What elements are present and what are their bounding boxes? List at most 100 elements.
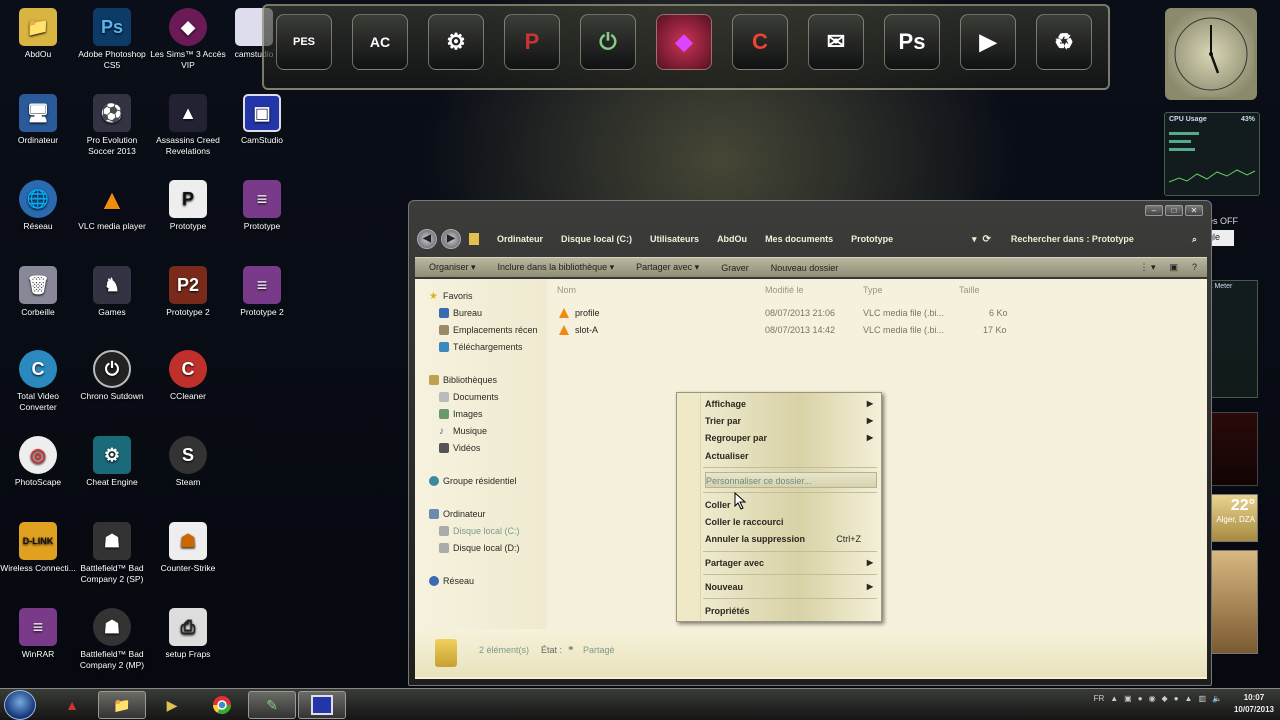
dock-pes-icon[interactable]: PES (276, 14, 332, 70)
tray-app-icon[interactable]: ◆ (1162, 694, 1168, 703)
dock-assassins-creed-icon[interactable]: AC (352, 14, 408, 70)
taskbar-clock[interactable]: 10:07 10/07/2013 (1234, 692, 1274, 716)
address-bar[interactable]: ◀ ▶ Ordinateur Disque local (C:) Utilisa… (417, 225, 1205, 253)
tray-app-icon[interactable]: ● (1138, 694, 1143, 703)
desktop-icon-games[interactable]: ♞ Games (74, 266, 150, 318)
slideshow-gadget[interactable] (1206, 412, 1258, 486)
table-row[interactable]: slot-A 08/07/2013 14:42 VLC media file (… (547, 323, 1207, 339)
nav-item-homegroup[interactable]: Groupe résidentiel (429, 476, 517, 486)
desktop-icon-bfbc2-sp[interactable]: ☗ Battlefield™ Bad Company 2 (SP) (74, 522, 150, 585)
menu-item-paste-shortcut[interactable]: Coller le raccourci (705, 514, 877, 530)
taskbar-media-player-icon[interactable]: ▶ (148, 691, 196, 719)
desktop-icon-counter-strike[interactable]: ☗ Counter-Strike (150, 522, 226, 574)
taskbar-assassin-icon[interactable]: ▲ (48, 691, 96, 719)
nav-item-network[interactable]: Réseau (429, 576, 474, 586)
clock-gadget[interactable] (1165, 8, 1257, 100)
desktop-icon-vlc[interactable]: ▲ VLC media player (74, 180, 150, 232)
tray-expand-icon[interactable]: ▲ (1110, 694, 1118, 703)
table-row[interactable]: profile 08/07/2013 21:06 VLC media file … (547, 306, 1207, 322)
share-with-button[interactable]: Partager avec ▾ (636, 262, 699, 273)
nav-item-recent[interactable]: Emplacements récen (439, 325, 538, 335)
breadcrumb-item[interactable]: Utilisateurs (650, 234, 699, 244)
nav-item-documents[interactable]: Documents (439, 392, 499, 402)
nav-item-music[interactable]: ♪ Musique (439, 426, 487, 437)
column-header-type[interactable]: Type (863, 285, 883, 295)
organize-button[interactable]: Organiser ▾ (429, 262, 476, 273)
menu-item-customize-folder[interactable]: Personnaliser ce dossier... (705, 472, 877, 488)
minimize-icon[interactable]: – (1145, 205, 1163, 216)
search-icon[interactable]: ⌕ (1192, 234, 1197, 245)
desktop-icon-user-folder[interactable]: 📁 AbdOu (0, 8, 76, 60)
photo-gadget[interactable] (1206, 550, 1258, 654)
breadcrumb-item[interactable]: Disque local (C:) (561, 234, 632, 244)
desktop-icon-cheat-engine[interactable]: ⚙ Cheat Engine (74, 436, 150, 488)
dock-prototype-icon[interactable]: P (504, 14, 560, 70)
desktop-icon-winrar[interactable]: ≡ WinRAR (0, 608, 76, 660)
desktop-icon-computer[interactable]: 🖥 Ordinateur (0, 94, 76, 146)
breadcrumb-item[interactable]: Prototype (851, 234, 893, 244)
dock-ccleaner-icon[interactable]: C (732, 14, 788, 70)
column-header-name[interactable]: Nom (557, 285, 576, 295)
taskbar-notepad-icon[interactable]: ✎ (248, 691, 296, 719)
menu-item-properties[interactable]: Propriétés (705, 603, 877, 619)
nav-item-libraries[interactable]: Bibliothèques (429, 375, 497, 385)
column-header-size[interactable]: Taille (959, 285, 980, 295)
nav-item-favorites[interactable]: ★ Favoris (429, 291, 473, 302)
start-button[interactable] (4, 690, 36, 720)
nav-item-desktop[interactable]: Bureau (439, 308, 482, 318)
desktop-icon-chrono-shutdown[interactable]: ⏻ Chrono Sutdown (74, 350, 150, 402)
dock-photoshop-icon[interactable]: Ps (884, 14, 940, 70)
back-arrow-icon[interactable]: ◀ (417, 229, 437, 249)
breadcrumb-item[interactable]: AbdOu (717, 234, 747, 244)
column-header-modified[interactable]: Modifié le (765, 285, 804, 295)
refresh-icon[interactable]: ⟳ (983, 234, 991, 245)
chevron-down-icon[interactable]: ▾ (972, 234, 977, 245)
desktop-icon-prototype-rar[interactable]: ≡ Prototype (224, 180, 300, 232)
new-folder-button[interactable]: Nouveau dossier (771, 263, 839, 273)
desktop-icon-assassins-creed[interactable]: ▲ Assassins Creed Revelations (150, 94, 226, 157)
menu-item-undo-delete[interactable]: Annuler la suppression Ctrl+Z (705, 531, 877, 547)
menu-item-share-with[interactable]: Partager avec ▶ (705, 555, 877, 571)
desktop-icon-total-video-converter[interactable]: C Total Video Converter (0, 350, 76, 413)
view-options-icon[interactable]: ⋮ ▾ (1139, 262, 1155, 273)
tray-app-icon[interactable]: ● (1174, 694, 1179, 703)
forward-arrow-icon[interactable]: ▶ (441, 229, 461, 249)
desktop-icon-camstudio[interactable]: ▣ CamStudio (224, 94, 300, 146)
include-library-button[interactable]: Inclure dans la bibliothèque ▾ (498, 262, 615, 273)
taskbar-camstudio-icon[interactable] (298, 691, 346, 719)
search-input[interactable]: Rechercher dans : Prototype (1011, 234, 1134, 244)
nav-item-computer[interactable]: Ordinateur (429, 509, 486, 519)
weather-gadget[interactable]: 22° Alger, DZA (1206, 494, 1258, 542)
dock-game-icon[interactable]: ⚙ (428, 14, 484, 70)
menu-item-new[interactable]: Nouveau ▶ (705, 579, 877, 595)
tray-app-icon[interactable]: ▣ (1124, 694, 1132, 703)
desktop-icon-prototype2-rar[interactable]: ≡ Prototype 2 (224, 266, 300, 318)
desktop-icon-sims[interactable]: ◆ Les Sims™ 3 Accès VIP (150, 8, 226, 71)
nav-item-videos[interactable]: Vidéos (439, 443, 480, 453)
network-meter-gadget[interactable]: k Meter (1206, 280, 1258, 398)
desktop-icon-steam[interactable]: S Steam (150, 436, 226, 488)
desktop-icon-dlink-wireless[interactable]: D-LINK Wireless Connecti... (0, 522, 76, 574)
desktop-icon-prototype[interactable]: P Prototype (150, 180, 226, 232)
cpu-usage-gadget[interactable]: CPU Usage 43% (1164, 112, 1260, 196)
close-icon[interactable]: ✕ (1185, 205, 1203, 216)
desktop-icon-recycle-bin[interactable]: 🗑 Corbeille (0, 266, 76, 318)
menu-item-refresh[interactable]: Actualiser (705, 448, 877, 464)
language-indicator[interactable]: FR (1094, 694, 1105, 703)
nav-item-disk-c[interactable]: Disque local (C:) (439, 526, 520, 536)
desktop-icon-network[interactable]: 🌐 Réseau (0, 180, 76, 232)
tray-app-icon[interactable]: ▲ (1185, 694, 1193, 703)
maximize-icon[interactable]: □ (1165, 205, 1183, 216)
desktop-icon-prototype2[interactable]: P2 Prototype 2 (150, 266, 226, 318)
dock-mail-icon[interactable]: ✉ (808, 14, 864, 70)
taskbar-chrome-icon[interactable] (198, 691, 246, 719)
breadcrumb-item[interactable]: Mes documents (765, 234, 833, 244)
nav-item-pictures[interactable]: Images (439, 409, 483, 419)
desktop-icon-pes[interactable]: ⚽ Pro Evolution Soccer 2013 (74, 94, 150, 157)
tray-app-icon[interactable]: ◉ (1149, 694, 1156, 703)
network-status-icon[interactable]: ▥ (1198, 694, 1206, 703)
breadcrumb-item[interactable]: Ordinateur (497, 234, 543, 244)
nav-item-downloads[interactable]: Téléchargements (439, 342, 523, 352)
burn-button[interactable]: Graver (721, 263, 749, 273)
menu-item-group-by[interactable]: Regrouper par ▶ (705, 430, 877, 446)
